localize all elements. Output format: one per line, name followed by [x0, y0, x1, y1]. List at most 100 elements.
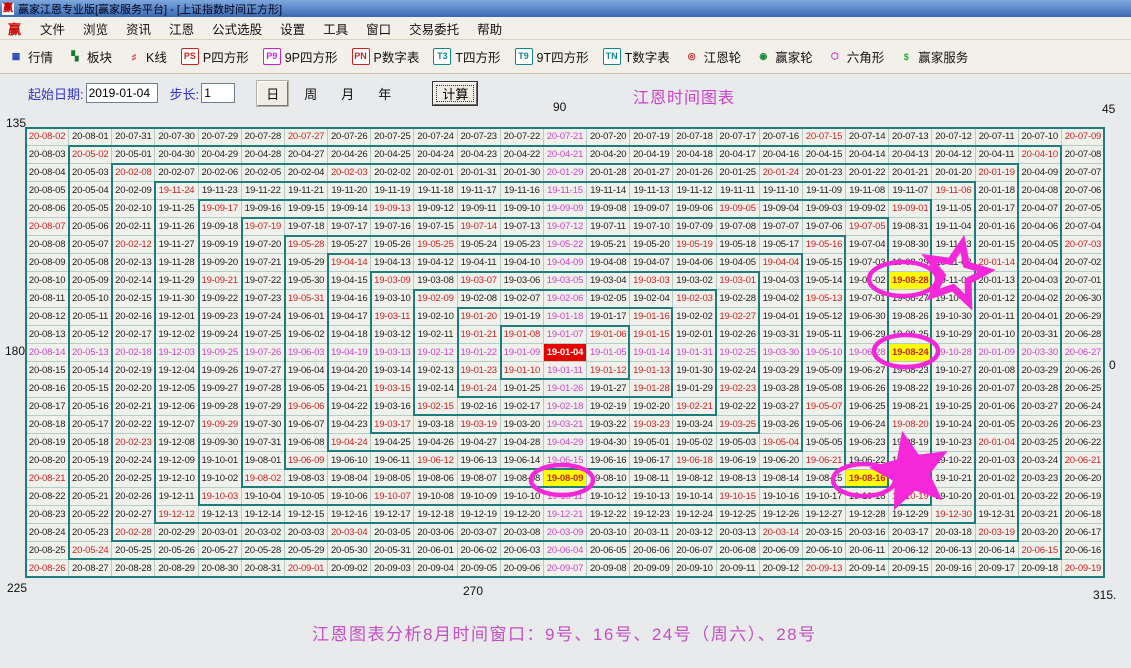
grid-cell[interactable]: 19-08-10 [587, 470, 630, 488]
grid-cell[interactable]: 19-04-01 [760, 308, 803, 326]
grid-cell[interactable]: 19-07-27 [242, 362, 285, 380]
grid-cell[interactable]: 19-06-26 [846, 380, 889, 398]
grid-cell[interactable]: 19-04-24 [328, 434, 371, 452]
grid-cell[interactable]: 19-07-21 [242, 254, 285, 272]
grid-cell[interactable]: 19-11-18 [414, 182, 457, 200]
grid-cell[interactable]: 19-11-07 [889, 182, 932, 200]
grid-cell[interactable]: 20-03-07 [458, 524, 501, 542]
grid-cell[interactable]: 19-01-10 [501, 362, 544, 380]
grid-cell[interactable]: 19-06-04 [285, 362, 328, 380]
grid-cell[interactable]: 20-02-28 [112, 524, 155, 542]
toolbar-button-赢家服务[interactable]: $赢家服务 [892, 44, 974, 69]
grid-cell[interactable]: 19-02-27 [717, 308, 760, 326]
grid-cell[interactable]: 20-08-03 [26, 146, 69, 164]
grid-cell[interactable]: 20-08-15 [26, 362, 69, 380]
grid-cell[interactable]: 19-06-18 [673, 452, 716, 470]
grid-cell[interactable]: 20-08-12 [26, 308, 69, 326]
grid-cell[interactable]: 20-07-25 [371, 128, 414, 146]
grid-cell[interactable]: 20-01-07 [976, 380, 1019, 398]
grid-cell[interactable]: 19-10-22 [932, 452, 975, 470]
grid-cell[interactable]: 19-10-04 [242, 488, 285, 506]
grid-cell[interactable]: 19-12-31 [976, 506, 1019, 524]
grid-cell[interactable]: 20-02-24 [112, 452, 155, 470]
grid-cell[interactable]: 19-04-30 [587, 434, 630, 452]
grid-cell[interactable]: 20-06-06 [630, 542, 673, 560]
grid-cell[interactable]: 19-01-30 [673, 362, 716, 380]
grid-cell[interactable]: 19-08-28 [889, 272, 932, 290]
grid-cell[interactable]: 19-06-01 [285, 308, 328, 326]
grid-cell[interactable]: 19-04-22 [328, 398, 371, 416]
grid-cell[interactable]: 19-10-07 [371, 488, 414, 506]
grid-cell[interactable]: 20-05-22 [69, 506, 112, 524]
grid-cell[interactable]: 19-11-12 [673, 182, 716, 200]
grid-cell[interactable]: 19-06-10 [328, 452, 371, 470]
grid-cell[interactable]: 20-05-26 [155, 542, 198, 560]
grid-cell[interactable]: 20-06-10 [803, 542, 846, 560]
grid-cell[interactable]: 20-01-28 [587, 164, 630, 182]
grid-cell[interactable]: 19-06-30 [846, 308, 889, 326]
grid-cell[interactable]: 20-01-02 [976, 470, 1019, 488]
calculate-button[interactable]: 计算 [433, 82, 477, 105]
grid-cell[interactable]: 19-05-14 [803, 272, 846, 290]
grid-cell[interactable]: 19-09-18 [199, 218, 242, 236]
grid-cell[interactable]: 20-01-12 [976, 290, 1019, 308]
grid-cell[interactable]: 20-07-12 [932, 128, 975, 146]
grid-cell[interactable]: 20-06-13 [932, 542, 975, 560]
grid-cell[interactable]: 19-12-14 [242, 506, 285, 524]
grid-cell[interactable]: 19-10-18 [846, 488, 889, 506]
grid-cell[interactable]: 19-11-15 [544, 182, 587, 200]
grid-cell[interactable]: 20-05-15 [69, 380, 112, 398]
grid-cell[interactable]: 20-01-03 [976, 452, 1019, 470]
grid-cell[interactable]: 19-06-08 [285, 434, 328, 452]
menu-item-5[interactable]: 公式选股 [203, 17, 271, 40]
grid-cell[interactable]: 20-01-26 [673, 164, 716, 182]
grid-cell[interactable]: 20-06-03 [501, 542, 544, 560]
grid-cell[interactable]: 19-06-12 [414, 452, 457, 470]
grid-cell[interactable]: 20-05-05 [69, 200, 112, 218]
grid-cell[interactable]: 19-06-27 [846, 362, 889, 380]
grid-cell[interactable]: 20-08-04 [26, 164, 69, 182]
grid-cell[interactable]: 20-08-10 [26, 272, 69, 290]
grid-cell[interactable]: 19-01-16 [630, 308, 673, 326]
grid-cell[interactable]: 20-06-24 [1062, 398, 1105, 416]
grid-cell[interactable]: 19-05-22 [544, 236, 587, 254]
grid-cell[interactable]: 19-03-13 [371, 344, 414, 362]
grid-cell[interactable]: 20-02-29 [155, 524, 198, 542]
grid-cell[interactable]: 19-02-15 [414, 398, 457, 416]
grid-cell[interactable]: 20-04-15 [803, 146, 846, 164]
grid-cell[interactable]: 19-09-25 [199, 344, 242, 362]
toolbar-button-9P四方形[interactable]: P99P四方形 [257, 44, 344, 69]
grid-cell[interactable]: 20-05-12 [69, 326, 112, 344]
period-option-日[interactable]: 日 [257, 81, 288, 106]
grid-cell[interactable]: 20-09-12 [760, 560, 803, 578]
grid-cell[interactable]: 20-08-28 [112, 560, 155, 578]
grid-cell[interactable]: 20-07-02 [1062, 254, 1105, 272]
menu-item-4[interactable]: 江恩 [160, 17, 203, 40]
grid-cell[interactable]: 19-07-08 [717, 218, 760, 236]
grid-cell[interactable]: 20-08-18 [26, 416, 69, 434]
grid-cell[interactable]: 20-07-10 [1019, 128, 1062, 146]
grid-cell[interactable]: 19-06-21 [803, 452, 846, 470]
grid-cell[interactable]: 19-08-11 [630, 470, 673, 488]
grid-cell[interactable]: 20-07-21 [544, 128, 587, 146]
grid-cell[interactable]: 20-04-08 [1019, 182, 1062, 200]
grid-cell[interactable]: 20-06-17 [1062, 524, 1105, 542]
grid-cell[interactable]: 20-05-16 [69, 398, 112, 416]
grid-cell[interactable]: 19-10-09 [458, 488, 501, 506]
grid-cell[interactable]: 20-07-06 [1062, 182, 1105, 200]
grid-cell[interactable]: 19-12-05 [155, 380, 198, 398]
grid-cell[interactable]: 20-07-29 [199, 128, 242, 146]
grid-cell[interactable]: 20-04-05 [1019, 236, 1062, 254]
grid-cell[interactable]: 19-03-20 [501, 416, 544, 434]
grid-cell[interactable]: 20-03-21 [1019, 506, 1062, 524]
grid-cell[interactable]: 20-01-30 [501, 164, 544, 182]
grid-cell[interactable]: 19-03-17 [371, 416, 414, 434]
grid-cell[interactable]: 19-02-05 [587, 290, 630, 308]
grid-cell[interactable]: 19-05-09 [803, 362, 846, 380]
grid-cell[interactable]: 20-03-19 [976, 524, 1019, 542]
grid-cell[interactable]: 20-03-16 [846, 524, 889, 542]
grid-cell[interactable]: 19-11-05 [932, 200, 975, 218]
grid-cell[interactable]: 19-10-15 [717, 488, 760, 506]
grid-cell[interactable]: 19-06-17 [630, 452, 673, 470]
grid-cell[interactable]: 20-02-19 [112, 362, 155, 380]
